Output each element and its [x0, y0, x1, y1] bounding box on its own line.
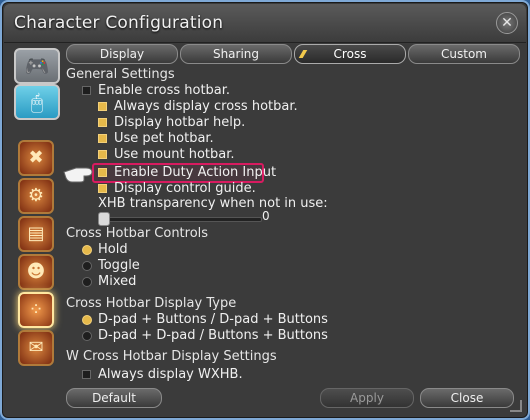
display-type-1-label: D-pad + Buttons / D-pad + Buttons — [98, 312, 328, 327]
tab-bar: Display Sharing Cross Custom — [66, 42, 522, 64]
use-pet-hotbar-label: Use pet hotbar. — [114, 131, 214, 146]
enable-cross-hotbar-label: Enable cross hotbar. — [98, 83, 231, 98]
apply-button[interactable]: Apply — [320, 388, 414, 408]
mixed-radio[interactable] — [82, 277, 92, 287]
character-configuration-window: Character Configuration ✕ 🎮 🖱 ✖ ⚙ ▤ ☻ ⁘ … — [0, 0, 530, 420]
always-display-wxhb-label: Always display WXHB. — [98, 367, 243, 382]
toggle-label: Toggle — [98, 258, 140, 273]
crossed-swords-icon[interactable]: ✖ — [18, 140, 54, 176]
use-mount-hotbar-label: Use mount hotbar. — [114, 147, 235, 162]
enable-duty-action-label: Enable Duty Action Input — [114, 165, 277, 180]
display-type-2-label: D-pad + D-pad / Buttons + Buttons — [98, 328, 328, 343]
cross-hotbar-display-type-title: Cross Hotbar Display Type — [66, 296, 237, 311]
hold-label: Hold — [98, 242, 128, 257]
close-button[interactable]: Close — [420, 388, 514, 408]
close-icon[interactable]: ✕ — [496, 12, 518, 34]
display-control-guide-label: Display control guide. — [114, 181, 256, 196]
mouse-icon[interactable]: 🖱 — [14, 84, 60, 120]
window-title: Character Configuration — [14, 13, 224, 33]
character-icon[interactable]: ☻ — [18, 254, 54, 290]
tab-cross[interactable]: Cross — [294, 44, 406, 64]
use-pet-hotbar-checkbox[interactable] — [98, 134, 107, 143]
toggle-radio[interactable] — [82, 261, 92, 271]
gear-pouch-icon[interactable]: ⚙ — [18, 178, 54, 214]
xhb-transparency-label: XHB transparency when not in use: — [98, 196, 328, 211]
slider-knob[interactable] — [98, 212, 110, 226]
always-display-wxhb-checkbox[interactable] — [82, 370, 91, 379]
display-control-guide-checkbox[interactable] — [98, 184, 107, 193]
card-icon[interactable]: ▤ — [18, 216, 54, 252]
w-cross-hotbar-title: W Cross Hotbar Display Settings — [66, 349, 277, 364]
display-hotbar-help-checkbox[interactable] — [98, 118, 107, 127]
display-type-2-radio[interactable] — [82, 331, 92, 341]
gamepad-icon[interactable]: 🎮 — [14, 48, 60, 84]
enable-duty-action-checkbox[interactable] — [98, 168, 107, 177]
xhb-transparency-slider[interactable] — [98, 211, 262, 226]
enable-cross-hotbar-checkbox[interactable] — [82, 86, 91, 95]
general-settings-title: General Settings — [66, 67, 175, 82]
hold-radio[interactable] — [82, 245, 92, 255]
always-display-cross-checkbox[interactable] — [98, 102, 107, 111]
default-button[interactable]: Default — [66, 388, 162, 408]
title-bar[interactable]: Character Configuration ✕ — [4, 4, 526, 43]
tab-custom[interactable]: Custom — [408, 44, 520, 64]
always-display-cross-label: Always display cross hotbar. — [114, 99, 298, 114]
chat-icon[interactable]: ✉ — [18, 330, 54, 366]
display-type-1-radio[interactable] — [82, 315, 92, 325]
tab-sharing[interactable]: Sharing — [180, 44, 292, 64]
cross-hotbar-controls-title: Cross Hotbar Controls — [66, 226, 209, 241]
tab-display[interactable]: Display — [66, 44, 178, 64]
display-hotbar-help-label: Display hotbar help. — [114, 115, 246, 130]
pointing-hand-icon — [62, 162, 94, 184]
mixed-label: Mixed — [98, 274, 137, 289]
tab-cross-label: Cross — [333, 47, 367, 61]
xhb-transparency-value: 0 — [262, 209, 270, 223]
use-mount-hotbar-checkbox[interactable] — [98, 150, 107, 159]
footer-bar: Default Apply Close — [62, 384, 520, 412]
hotbar-icon[interactable]: ⁘ — [18, 292, 54, 328]
cross-settings-panel: General Settings Enable cross hotbar. Al… — [62, 64, 520, 382]
resize-grip[interactable] — [510, 400, 522, 412]
active-tab-marker — [298, 50, 308, 58]
slider-track — [100, 217, 262, 222]
